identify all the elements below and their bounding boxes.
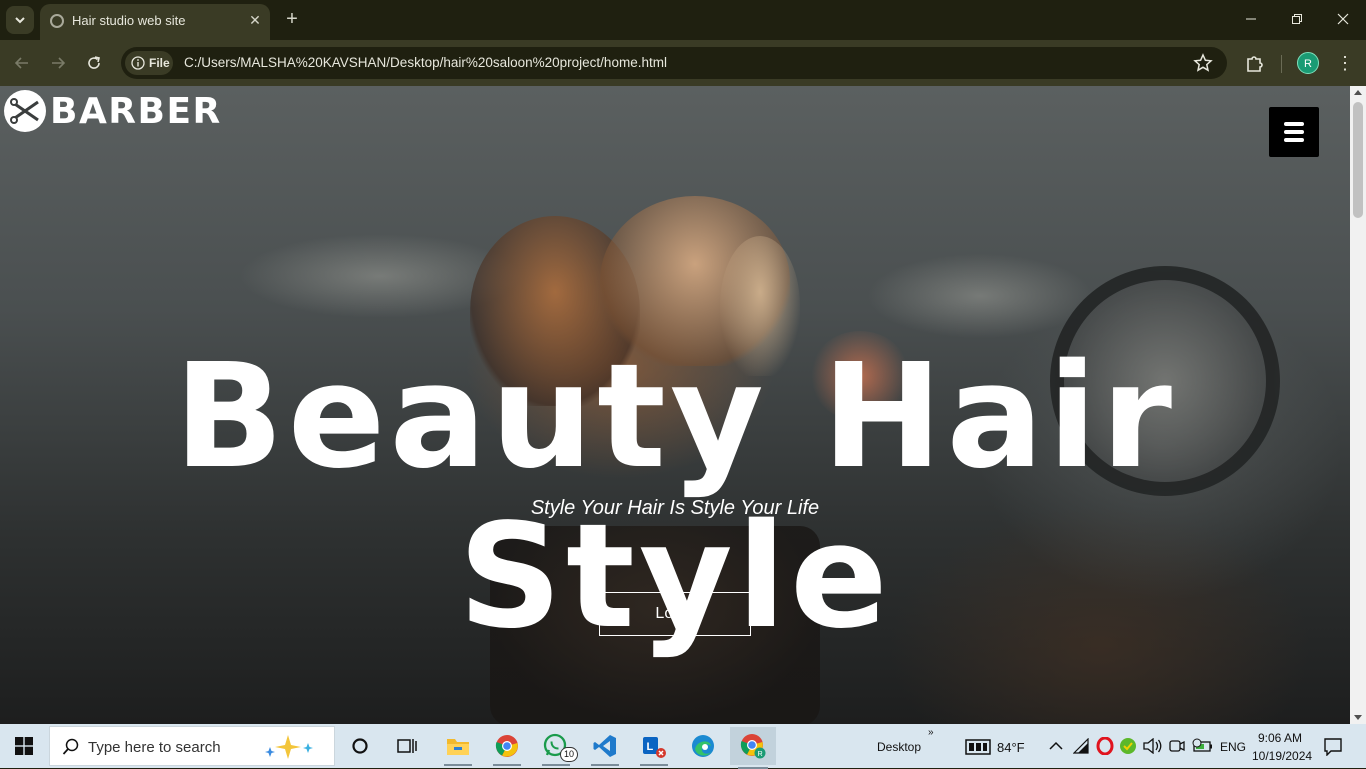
taskbar-chrome[interactable]	[491, 730, 523, 766]
edge-icon	[692, 735, 714, 757]
forward-button[interactable]	[45, 50, 71, 76]
tab-search-button[interactable]	[6, 6, 34, 34]
meet-now-icon[interactable]	[1169, 738, 1185, 754]
search-placeholder: Type here to search	[88, 739, 221, 756]
cortana-circle-icon	[352, 738, 368, 754]
opera-icon[interactable]	[1096, 737, 1114, 755]
running-indicator	[493, 764, 521, 766]
page-viewport: BARBER Beauty Hair Style Style Your Hair…	[0, 86, 1350, 724]
taskbar-edge[interactable]	[687, 730, 719, 762]
more-menu-icon[interactable]: ⋮	[1336, 52, 1354, 74]
browser-toolbar: File C:/Users/MALSHA%20KAVSHAN/Desktop/h…	[0, 40, 1366, 86]
running-indicator	[542, 764, 570, 766]
close-icon	[1337, 13, 1349, 25]
task-view-button[interactable]	[391, 730, 423, 762]
cortana-button[interactable]	[344, 730, 376, 762]
toolbar-expand-icon[interactable]: »	[928, 727, 934, 738]
back-arrow-icon	[14, 57, 28, 69]
taskbar-search-box[interactable]: Type here to search	[49, 726, 335, 766]
search-icon	[62, 738, 79, 755]
windows-taskbar: Type here to search 10 L R Desktop » 84°…	[0, 724, 1366, 769]
copilot-sparkle-icon[interactable]	[264, 733, 324, 761]
back-button[interactable]	[9, 50, 35, 76]
scrollbar-thumb[interactable]	[1353, 102, 1363, 218]
folder-icon	[447, 739, 469, 755]
reload-icon	[88, 56, 100, 69]
network-icon[interactable]	[1073, 738, 1091, 754]
input-language[interactable]: ENG	[1220, 740, 1246, 754]
outlook-icon: L	[643, 737, 666, 758]
chrome-profile-icon: R	[740, 734, 766, 759]
info-icon	[131, 56, 145, 70]
whatsapp-badge: 10	[560, 747, 578, 762]
taskbar-whatsapp[interactable]: 10	[540, 730, 578, 766]
globe-icon	[50, 14, 64, 28]
running-indicator	[444, 764, 472, 766]
address-bar[interactable]: File C:/Users/MALSHA%20KAVSHAN/Desktop/h…	[121, 47, 1227, 79]
profile-avatar[interactable]: R	[1297, 52, 1319, 74]
close-window-button[interactable]	[1320, 8, 1366, 32]
desktop-toolbar-label[interactable]: Desktop	[877, 740, 921, 754]
hamburger-line	[1284, 122, 1304, 126]
volume-icon[interactable]	[1143, 738, 1163, 754]
restore-button[interactable]	[1274, 8, 1320, 32]
reload-button[interactable]	[81, 50, 107, 76]
taskbar-chrome-profile[interactable]: R	[730, 727, 776, 769]
start-button[interactable]	[0, 724, 48, 768]
bookmark-star-icon[interactable]	[1193, 53, 1213, 73]
clock-time[interactable]: 9:06 AM	[1258, 731, 1302, 745]
scroll-down-arrow-icon[interactable]	[1354, 715, 1362, 720]
site-info-chip[interactable]: File	[125, 51, 173, 75]
barber-scissors-icon	[4, 90, 46, 132]
vscode-icon	[593, 735, 616, 757]
weather-icon[interactable]	[965, 739, 991, 755]
hamburger-line	[1284, 130, 1304, 134]
forward-arrow-icon	[52, 57, 66, 69]
security-app-icon[interactable]	[1119, 737, 1137, 755]
taskbar-outlook[interactable]: L	[638, 730, 670, 766]
show-hidden-icons-chevron-icon[interactable]	[1049, 741, 1063, 751]
login-button[interactable]: Login	[599, 592, 751, 636]
browser-tab-strip: Hair studio web site ✕ +	[0, 0, 1366, 40]
hero-subtitle: Style Your Hair Is Style Your Life	[530, 497, 820, 519]
svg-text:R: R	[758, 751, 763, 758]
weather-temperature[interactable]: 84°F	[997, 740, 1025, 755]
windows-logo-icon	[15, 737, 33, 755]
browser-tab-active[interactable]: Hair studio web site ✕	[40, 4, 270, 40]
running-indicator	[591, 764, 619, 766]
notifications-icon[interactable]	[1324, 738, 1342, 756]
tab-title: Hair studio web site	[72, 13, 186, 28]
chrome-icon	[495, 735, 518, 757]
toolbar-separator	[1281, 55, 1282, 73]
scroll-up-arrow-icon[interactable]	[1354, 90, 1362, 95]
taskbar-vscode[interactable]	[589, 730, 621, 766]
restore-icon	[1292, 14, 1302, 24]
url-text[interactable]: C:/Users/MALSHA%20KAVSHAN/Desktop/hair%2…	[184, 55, 667, 70]
chevron-down-icon	[15, 17, 25, 24]
hamburger-line	[1284, 138, 1304, 142]
hamburger-menu-button[interactable]	[1269, 107, 1319, 157]
extensions-puzzle-icon[interactable]	[1243, 51, 1267, 75]
minimize-icon	[1246, 18, 1256, 20]
site-logo[interactable]: BARBER	[2, 88, 222, 134]
svg-text:L: L	[647, 741, 654, 753]
tab-close-icon[interactable]: ✕	[246, 11, 264, 29]
clock-date[interactable]: 10/19/2024	[1252, 749, 1312, 763]
page-scrollbar[interactable]	[1350, 86, 1366, 724]
logo-text: BARBER	[50, 90, 222, 132]
running-indicator	[640, 764, 668, 766]
minimize-button[interactable]	[1228, 8, 1274, 32]
task-view-icon	[397, 739, 417, 753]
site-info-label: File	[149, 56, 170, 70]
battery-icon[interactable]	[1192, 738, 1214, 754]
new-tab-button[interactable]: +	[280, 8, 304, 32]
taskbar-file-explorer[interactable]	[442, 730, 474, 766]
